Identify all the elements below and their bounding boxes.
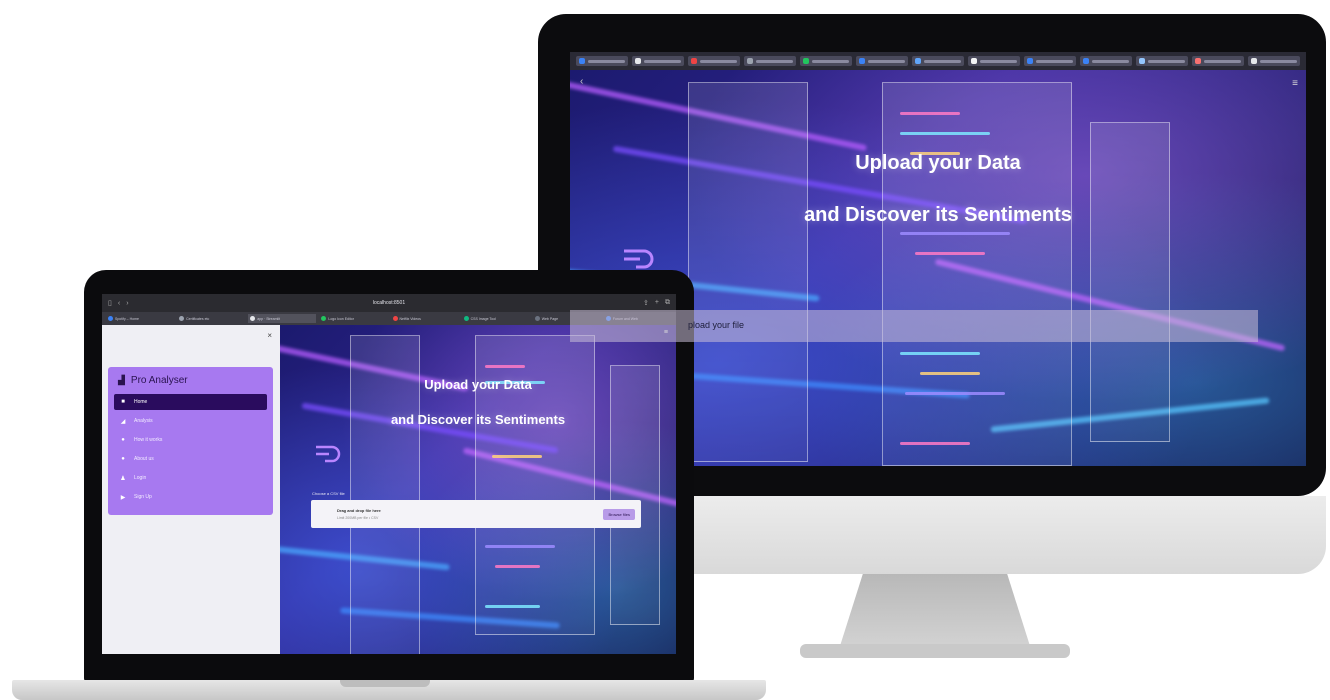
- nav-item-label: Analysis: [134, 418, 153, 424]
- nav-item-label: Sign Up: [134, 494, 152, 500]
- about-icon: ●: [121, 456, 125, 462]
- taskbar-item[interactable]: [576, 56, 628, 66]
- nav-item-sign-up[interactable]: ▶ Sign Up: [114, 489, 267, 505]
- nav-item-how-it-works[interactable]: ● How it works: [114, 432, 267, 448]
- app-logo-icon: [624, 249, 654, 269]
- brand: ▟ Pro Analyser: [114, 375, 267, 386]
- upload-bar[interactable]: pload your file: [570, 310, 1258, 342]
- taskbar-item[interactable]: [800, 56, 852, 66]
- hero-title-line2: and Discover its Sentiments: [804, 204, 1072, 226]
- app-main: ≡ Upload your Data and Discover its Sent…: [280, 325, 676, 654]
- monitor-stand: [840, 574, 1030, 646]
- hero-title-line2: and Discover its Sentiments: [390, 412, 566, 427]
- file-uploader-label: Choose a CSV file: [312, 491, 345, 496]
- signup-icon: ▶: [120, 494, 126, 501]
- taskbar-item[interactable]: [912, 56, 964, 66]
- browser-tab[interactable]: Logo Icon Editor: [319, 314, 387, 323]
- laptop-notch: [340, 680, 430, 687]
- chart-icon: ◢: [120, 418, 126, 425]
- file-dropzone[interactable]: Drag and drop file here Limit 200MB per …: [311, 500, 641, 528]
- browse-files-button[interactable]: Browse files: [603, 508, 635, 520]
- upload-label: pload your file: [688, 320, 745, 330]
- nav-item-label: About us: [134, 456, 154, 462]
- taskbar-item[interactable]: [1024, 56, 1076, 66]
- taskbar-item[interactable]: [1136, 56, 1188, 66]
- brand-name: Pro Analyser: [130, 375, 188, 386]
- close-icon[interactable]: ×: [267, 331, 272, 340]
- laptop-screen: ▯ ‹ › localhost:8501 ⇪ + ⧉ Spotify – Hom…: [102, 294, 676, 654]
- back-arrow-icon[interactable]: ‹: [580, 76, 583, 87]
- hero-background: [280, 325, 676, 654]
- menu-icon[interactable]: ≡: [664, 329, 668, 336]
- nav-item-about-us[interactable]: ● About us: [114, 451, 267, 467]
- app-logo-icon: [316, 445, 341, 463]
- device-mockup-scene: ‹ ≡ Upload your Data and Discover its Se…: [0, 0, 1330, 700]
- nav-item-login[interactable]: ♟ Login: [114, 470, 267, 486]
- nav-item-label: How it works: [134, 437, 163, 443]
- taskbar-item[interactable]: [688, 56, 740, 66]
- browser-tab-active[interactable]: app · Streamlit: [248, 314, 317, 323]
- browser-tab[interactable]: Spotify – Home: [106, 314, 174, 323]
- hero-title-line1: Upload your Data: [855, 152, 1021, 174]
- home-icon: ■: [121, 399, 125, 405]
- taskbar-item[interactable]: [968, 56, 1020, 66]
- login-icon: ♟: [120, 475, 126, 482]
- hero-title-line1: Upload your Data: [424, 377, 532, 392]
- taskbar-item[interactable]: [1080, 56, 1132, 66]
- nav-item-home[interactable]: ■ Home: [114, 394, 267, 410]
- dropzone-limit: Limit 200MB per file • CSV: [337, 516, 379, 520]
- browser-tab[interactable]: Netflix Videos: [391, 314, 459, 323]
- browser-tab[interactable]: Certificates etc: [177, 314, 245, 323]
- taskbar-item[interactable]: [1248, 56, 1300, 66]
- taskbar-item[interactable]: [856, 56, 908, 66]
- monitor-taskbar: [570, 52, 1306, 70]
- nav-item-label: Login: [134, 475, 147, 481]
- nav-item-analysis[interactable]: ◢ Analysis: [114, 413, 267, 429]
- nav-item-label: Home: [134, 399, 148, 405]
- nav-menu: ▟ Pro Analyser ■ Home ◢ Analysis ● How i…: [108, 367, 273, 515]
- menu-icon[interactable]: ≡: [1292, 78, 1298, 89]
- taskbar-item[interactable]: [632, 56, 684, 66]
- taskbar-item[interactable]: [1192, 56, 1244, 66]
- dropzone-title: Drag and drop file here: [337, 508, 381, 513]
- browser-tab[interactable]: CSS Image Tool: [462, 314, 530, 323]
- app-sidebar: × ▟ Pro Analyser ■ Home ◢ Analysis ● How…: [102, 325, 280, 654]
- monitor-stand-base: [800, 644, 1070, 658]
- taskbar-item[interactable]: [744, 56, 796, 66]
- bar-chart-icon: ▟: [118, 375, 125, 385]
- address-bar[interactable]: localhost:8501: [102, 300, 676, 306]
- dropzone-text: Drag and drop file here Limit 200MB per …: [337, 508, 381, 520]
- info-icon: ●: [121, 437, 125, 443]
